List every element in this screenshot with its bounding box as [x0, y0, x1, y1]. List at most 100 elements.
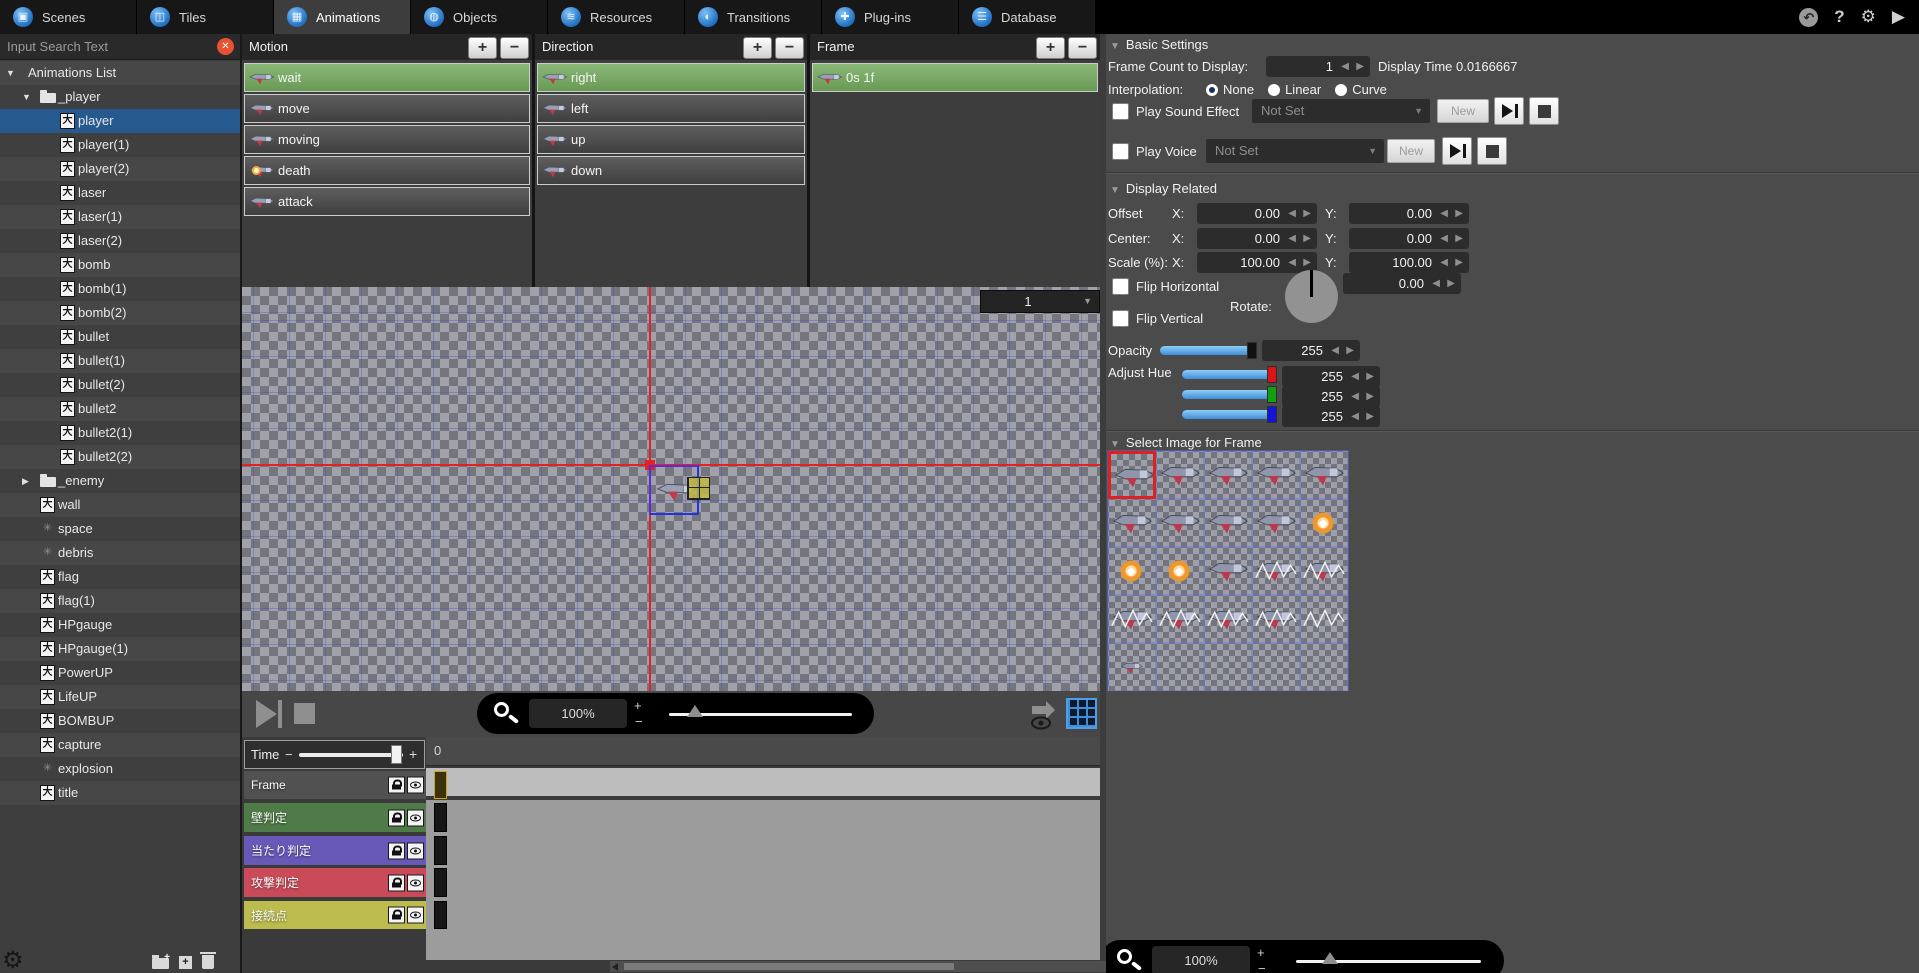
tree-item-space[interactable]: ✳space	[0, 517, 240, 541]
hue-slider-handle[interactable]	[1267, 406, 1277, 423]
lock-button[interactable]	[388, 907, 405, 924]
tree-item-powerup[interactable]: 大PowerUP	[0, 661, 240, 685]
spin-left-icon[interactable]: ◀	[1440, 257, 1448, 268]
search-clear-icon[interactable]: ✕	[217, 38, 234, 55]
spin-left-icon[interactable]: ◀	[1288, 257, 1296, 268]
frame-image-cell[interactable]	[1156, 547, 1204, 595]
spin-left-icon[interactable]: ◀	[1288, 208, 1296, 219]
tree-item-flag[interactable]: 大flag	[0, 565, 240, 589]
timeline-marker[interactable]	[434, 771, 447, 799]
basic-settings-header[interactable]: ▼Basic Settings	[1110, 36, 1208, 54]
tree-item-bullet-2[interactable]: 大bullet(2)	[0, 373, 240, 397]
voice-play-button[interactable]	[1442, 137, 1472, 165]
direction-remove-button[interactable]: −	[775, 37, 804, 59]
tree-item-player-1[interactable]: 大player(1)	[0, 133, 240, 157]
spin-right-icon[interactable]: ▶	[1303, 208, 1311, 219]
direction-item-down[interactable]: down	[537, 156, 805, 185]
frame-image-cell[interactable]	[1300, 547, 1348, 595]
animation-canvas[interactable]: 1 ▼	[242, 287, 1100, 691]
tracks-lane[interactable]	[426, 800, 1100, 960]
hue-slider-2[interactable]	[1182, 410, 1277, 419]
voice-new-button[interactable]: New	[1387, 139, 1435, 163]
spin-right-icon[interactable]: ▶	[1346, 345, 1354, 356]
radio-icon[interactable]	[1268, 84, 1280, 96]
frame-image-cell[interactable]	[1252, 451, 1300, 499]
undo-button[interactable]: ↶	[1799, 8, 1818, 27]
flip-vertical-checkbox[interactable]	[1112, 310, 1129, 327]
sound-play-button[interactable]	[1494, 97, 1524, 125]
spin-right-icon[interactable]: ▶	[1366, 411, 1374, 422]
flip-horizontal-checkbox[interactable]	[1112, 278, 1129, 295]
frame-image-cell[interactable]	[1156, 595, 1204, 643]
tree-item-lifeup[interactable]: 大LifeUP	[0, 685, 240, 709]
help-button[interactable]: ?	[1834, 7, 1844, 27]
scrollbar-thumb[interactable]	[624, 963, 954, 970]
tree-item-explosion[interactable]: ✳explosion	[0, 757, 240, 781]
spin-left-icon[interactable]: ◀	[1288, 233, 1296, 244]
spin-left-icon[interactable]: ◀	[1440, 233, 1448, 244]
radio-icon[interactable]	[1206, 84, 1218, 96]
tree-item-bullet2[interactable]: 大bullet2	[0, 397, 240, 421]
scale-y-field[interactable]: 100.00◀▶	[1349, 252, 1469, 273]
frame-image-cell[interactable]	[1204, 643, 1252, 691]
sound-new-button[interactable]: New	[1437, 99, 1489, 123]
lock-button[interactable]	[388, 874, 405, 891]
motion-item-move[interactable]: move	[244, 94, 530, 123]
frame-image-cell[interactable]	[1108, 499, 1156, 547]
zoom-slider-thumb[interactable]	[687, 705, 703, 717]
track-[interactable]: 接続点	[244, 901, 426, 929]
eye-button[interactable]	[407, 874, 424, 891]
time-scale-track[interactable]	[299, 753, 403, 757]
grid-toggle-icon[interactable]	[1066, 698, 1097, 729]
rotate-knob[interactable]	[1285, 270, 1338, 323]
hue-slider-handle[interactable]	[1267, 366, 1277, 383]
eye-button[interactable]	[407, 809, 424, 826]
voice-stop-button[interactable]	[1477, 137, 1507, 165]
tab-database[interactable]: ☰Database	[959, 0, 1096, 34]
frame-image-cell[interactable]	[1108, 547, 1156, 595]
lock-button[interactable]	[388, 809, 405, 826]
sound-stop-button[interactable]	[1529, 97, 1559, 125]
tab-animations[interactable]: ▦Animations	[274, 0, 411, 34]
play-button[interactable]	[256, 700, 277, 728]
frame-image-cell[interactable]	[1300, 595, 1348, 643]
center-x-field[interactable]: 0.00◀▶	[1197, 228, 1317, 249]
frame-image-cell[interactable]	[1252, 547, 1300, 595]
opacity-field[interactable]: 255◀▶	[1262, 340, 1360, 361]
frame-remove-button[interactable]: −	[1068, 37, 1097, 59]
tree-item-bombup[interactable]: 大BOMBUP	[0, 709, 240, 733]
spin-left-icon[interactable]: ◀	[1440, 208, 1448, 219]
time-scale-thumb[interactable]	[391, 745, 402, 764]
display-related-header[interactable]: ▼Display Related	[1110, 180, 1217, 198]
zoom-out-button[interactable]: −	[1258, 962, 1266, 973]
stop-button[interactable]	[294, 703, 315, 724]
frame-image-cell[interactable]	[1156, 451, 1204, 499]
hue-slider-1[interactable]	[1182, 390, 1277, 399]
motion-item-wait[interactable]: wait	[244, 63, 530, 92]
tree-item-bomb-2[interactable]: 大bomb(2)	[0, 301, 240, 325]
frame-lane[interactable]	[426, 768, 1100, 796]
spin-left-icon[interactable]: ◀	[1351, 391, 1359, 402]
tab-objects[interactable]: ◍Objects	[411, 0, 548, 34]
time-scale-plus[interactable]: +	[409, 741, 417, 768]
track-frame[interactable]: Frame	[244, 771, 426, 799]
tree-item-player[interactable]: 大player	[0, 109, 240, 133]
frame-image-cell[interactable]	[1204, 451, 1252, 499]
spin-right-icon[interactable]: ▶	[1455, 233, 1463, 244]
tree-item-laser-1[interactable]: 大laser(1)	[0, 205, 240, 229]
caret-right-icon[interactable]: ▶	[22, 469, 29, 493]
rotate-field[interactable]: 0.00◀▶	[1343, 273, 1461, 294]
frame-image-cell[interactable]	[1156, 499, 1204, 547]
tree-item-hpgauge-1[interactable]: 大HPgauge(1)	[0, 637, 240, 661]
tree-item-capture[interactable]: 大capture	[0, 733, 240, 757]
track-[interactable]: 壁判定	[244, 803, 426, 832]
frame-add-button[interactable]: +	[1036, 37, 1065, 59]
spin-right-icon[interactable]: ▶	[1455, 257, 1463, 268]
frame-image-cell[interactable]	[1108, 643, 1156, 691]
zoom-slider-thumb[interactable]	[1322, 952, 1338, 964]
spin-left-icon[interactable]: ◀	[1351, 371, 1359, 382]
tree-item-debris[interactable]: ✳debris	[0, 541, 240, 565]
motion-item-death[interactable]: death	[244, 156, 530, 185]
spin-right-icon[interactable]: ▶	[1455, 208, 1463, 219]
direction-item-up[interactable]: up	[537, 125, 805, 154]
